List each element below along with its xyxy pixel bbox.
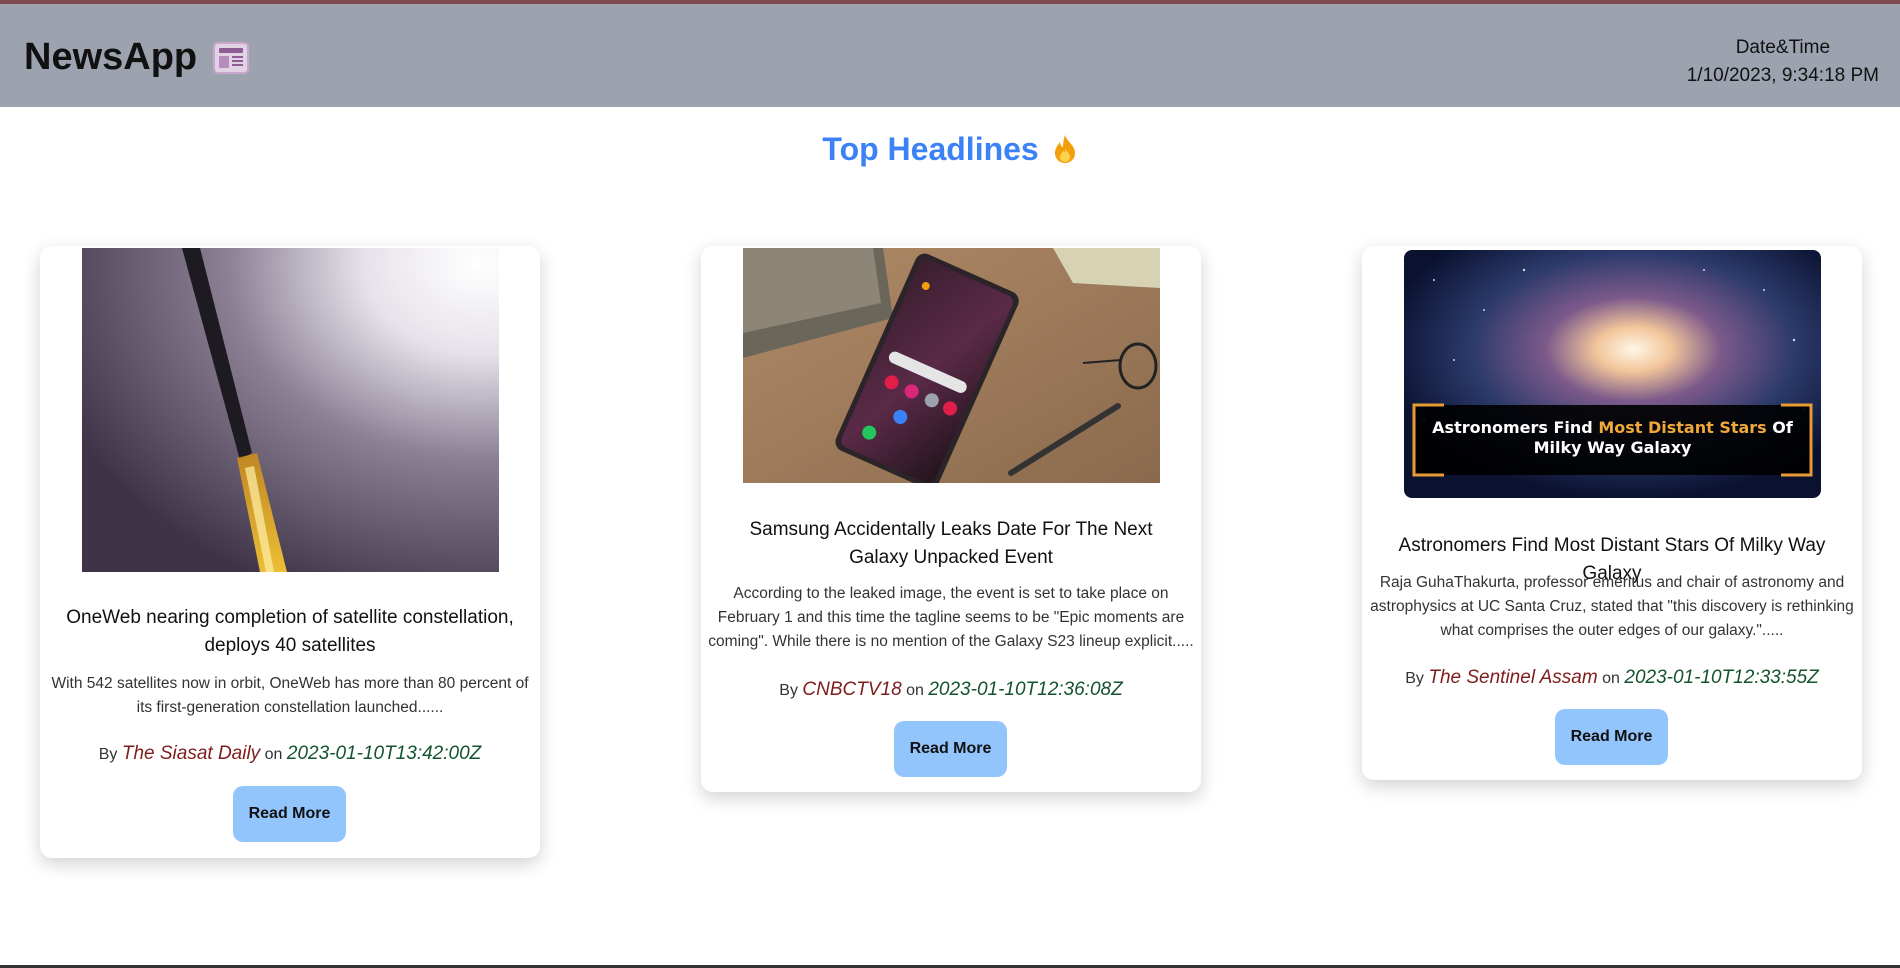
article-date: 2023-01-10T12:36:08Z — [928, 679, 1123, 700]
article-source: The Sentinel Assam — [1428, 667, 1598, 688]
section-title: Top Headlines — [0, 131, 1900, 168]
news-card: Samsung Accidentally Leaks Date For The … — [701, 246, 1201, 792]
section-title-text: Top Headlines — [822, 131, 1039, 167]
by-label: By — [779, 682, 798, 699]
brand[interactable]: NewsApp — [24, 36, 250, 79]
article-byline: By The Sentinel Assam on 2023-01-10T12:3… — [1362, 667, 1862, 689]
samsung-phone-image — [743, 248, 1160, 483]
article-description: According to the leaked image, the event… — [708, 585, 1194, 650]
by-label: By — [1405, 670, 1424, 687]
galaxy-image: Astronomers Find Most Distant Stars Of M… — [1404, 250, 1821, 498]
navbar: NewsApp Date&Time 1/10/2023, 9:34:18 PM — [0, 4, 1900, 107]
article-byline: By CNBCTV18 on 2023-01-10T12:36:08Z — [701, 679, 1201, 701]
news-card: OneWeb nearing completion of satellite c… — [40, 246, 540, 858]
by-label: By — [98, 746, 118, 763]
on-label: on — [264, 746, 283, 763]
image-caption-pre: Astronomers Find — [1432, 418, 1598, 437]
fire-icon — [1054, 135, 1075, 163]
datetime-label: Date&Time — [1735, 37, 1831, 58]
svg-text:Astronomers Find Most: Astronomers Find Most Distant Stars Of — [1432, 418, 1794, 437]
image-caption-post-start: Of — [1772, 418, 1794, 437]
datetime-display: Date&Time 1/10/2023, 9:34:18 PM — [1687, 34, 1879, 90]
article-date: 2023-01-10T12:33:55Z — [1624, 667, 1819, 688]
newspaper-icon — [213, 41, 250, 74]
article-source: The Siasat Daily — [121, 743, 261, 764]
article-image: Astronomers Find Most Distant Stars Of M… — [1404, 250, 1821, 498]
article-image — [82, 248, 499, 572]
read-more-button[interactable]: Read More — [1555, 709, 1668, 765]
on-label: on — [1602, 670, 1620, 687]
image-caption-line-2: Milky Way Galaxy — [1534, 438, 1692, 457]
article-byline: By The Siasat Daily on 2023-01-10T13:42:… — [40, 743, 540, 765]
article-description: Raja GuhaThakurta, professor emeritus an… — [1370, 574, 1854, 639]
article-description: With 542 satellites now in orbit, OneWeb… — [51, 675, 529, 716]
news-card: Astronomers Find Most Distant Stars Of M… — [1362, 246, 1862, 780]
article-date: 2023-01-10T13:42:00Z — [286, 743, 482, 764]
article-title: Samsung Accidentally Leaks Date For The … — [749, 519, 1153, 568]
image-caption-highlight: Most Distant Stars — [1598, 418, 1772, 437]
article-title: OneWeb nearing completion of satellite c… — [66, 607, 514, 656]
brand-name[interactable]: NewsApp — [24, 36, 197, 79]
rocket-launch-image — [82, 248, 499, 572]
read-more-button[interactable]: Read More — [233, 786, 346, 842]
datetime-value: 1/10/2023, 9:34:18 PM — [1686, 65, 1879, 86]
read-more-button[interactable]: Read More — [894, 721, 1007, 777]
article-image — [743, 248, 1160, 483]
on-label: on — [906, 682, 924, 699]
article-source: CNBCTV18 — [802, 679, 902, 700]
